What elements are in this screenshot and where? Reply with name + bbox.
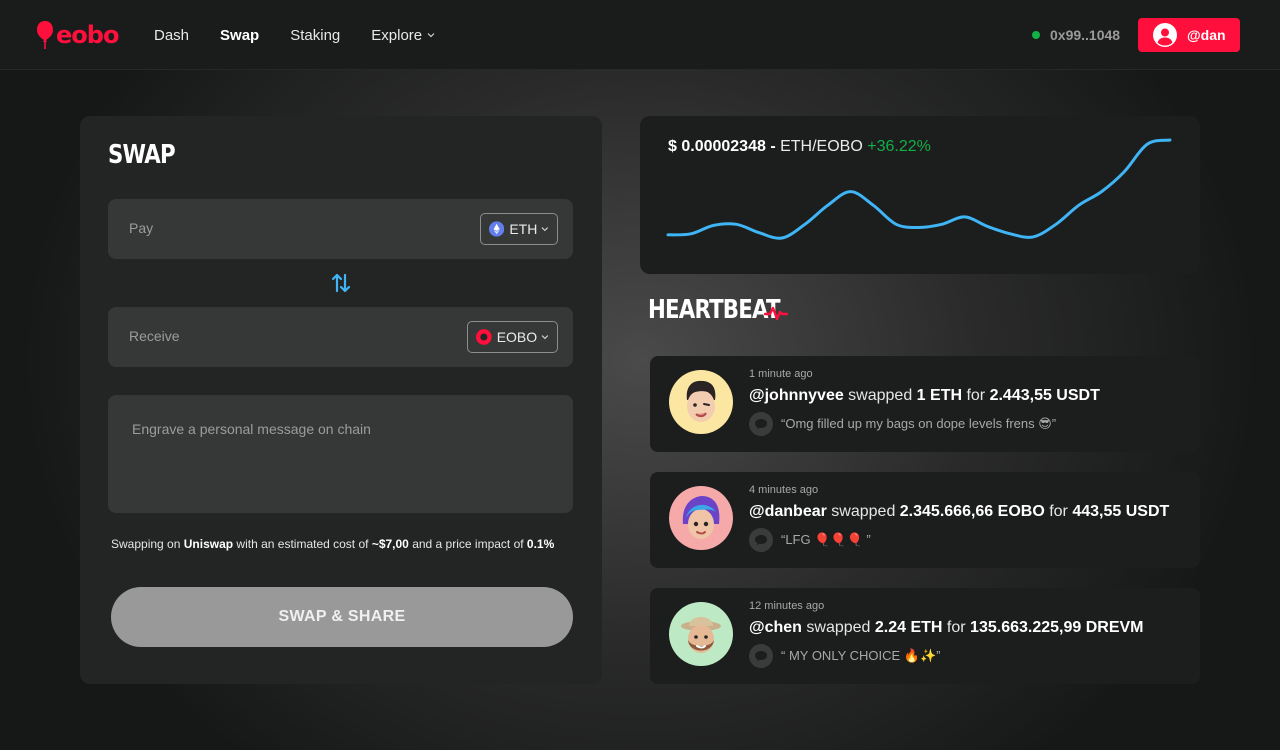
nav-explore[interactable]: Explore xyxy=(371,27,435,44)
user-avatar-icon xyxy=(1153,23,1177,47)
chevron-down-icon xyxy=(541,335,549,340)
swap-title: SWAP xyxy=(108,140,176,170)
feed-verb: swapped xyxy=(801,619,875,636)
nav-swap-label: Swap xyxy=(220,26,260,44)
estimate-venue: Uniswap xyxy=(183,537,234,551)
feed-message: “Omg filled up my bags on dope levels fr… xyxy=(749,412,1056,436)
feed-activity: @danbear swapped 2.345.666,66 EOBO for 4… xyxy=(749,503,1169,521)
feed-time: 1 minute ago xyxy=(749,368,813,380)
nav-dash[interactable]: Dash xyxy=(154,27,189,44)
receive-token-select[interactable]: EOBO xyxy=(467,321,558,353)
feed-result: 135.663.225,99 DREVM xyxy=(970,619,1144,636)
memoji-avatar-icon xyxy=(682,496,720,539)
feed-conj: for xyxy=(942,619,971,636)
feed-message: “LFG 🎈🎈🎈 ” xyxy=(749,528,871,552)
top-bar: eobo Dash Swap Staking Explore 0x99..104… xyxy=(0,0,1280,70)
eobo-token-icon xyxy=(476,329,492,345)
avatar xyxy=(669,370,733,434)
heartbeat-title: HEARTBEAT xyxy=(648,295,781,325)
wallet-status[interactable]: 0x99..1048 xyxy=(1032,24,1120,46)
price-chart xyxy=(666,138,1172,240)
pay-token-name: ETH xyxy=(509,221,538,237)
nav-staking[interactable]: Staking xyxy=(290,27,340,44)
estimate-impact: 0.1% xyxy=(526,537,555,551)
avatar xyxy=(669,602,733,666)
estimate-prefix: Swapping on xyxy=(111,537,184,551)
feed-time: 4 minutes ago xyxy=(749,484,819,496)
feed-item[interactable]: 1 minute ago @johnnyvee swapped 1 ETH fo… xyxy=(650,356,1200,452)
pay-label: Pay xyxy=(129,220,154,236)
wallet-address: 0x99..1048 xyxy=(1050,27,1121,43)
nav-explore-label: Explore xyxy=(371,26,423,44)
price-chart-panel: $ 0.00002348 - ETH/EOBO +36.22% xyxy=(640,116,1200,274)
feed-activity: @chen swapped 2.24 ETH for 135.663.225,9… xyxy=(749,619,1144,637)
chevron-down-icon xyxy=(541,227,549,232)
price-series-line xyxy=(666,138,1172,240)
memoji-avatar-icon xyxy=(681,617,721,653)
feed-conj: for xyxy=(962,387,990,404)
feed-amount: 2.345.666,66 EOBO xyxy=(899,503,1045,520)
main-nav: Dash Swap Staking Explore xyxy=(154,0,466,70)
feed-amount: 2.24 ETH xyxy=(874,619,943,636)
user-handle: @dan xyxy=(1187,27,1226,43)
pay-token-select[interactable]: ETH xyxy=(480,213,558,245)
feed-item[interactable]: 12 minutes ago @chen swapped 2.24 ETH fo… xyxy=(650,588,1200,684)
eobo-logo[interactable]: eobo xyxy=(36,20,119,50)
receive-token-name: EOBO xyxy=(496,329,538,345)
feed-activity: @johnnyvee swapped 1 ETH for 2.443,55 US… xyxy=(749,387,1100,405)
estimate-mid2: and a price impact of xyxy=(408,537,527,551)
comment-icon xyxy=(749,528,773,552)
nav-dash-label: Dash xyxy=(154,26,190,44)
balloon-icon xyxy=(37,21,53,49)
pay-field[interactable]: Pay ETH xyxy=(108,199,573,259)
feed-message-text: “Omg filled up my bags on dope levels fr… xyxy=(781,416,1057,431)
swap-and-share-button[interactable]: SWAP & SHARE xyxy=(111,587,573,647)
message-input[interactable] xyxy=(108,395,573,513)
feed-result: 443,55 USDT xyxy=(1072,503,1170,520)
feed-message-text: “ MY ONLY CHOICE 🔥✨” xyxy=(781,648,941,663)
feed-verb: swapped xyxy=(826,503,900,520)
swap-panel: SWAP Pay ETH Receive EOBO Swap xyxy=(80,116,602,684)
feed-message: “ MY ONLY CHOICE 🔥✨” xyxy=(749,644,941,668)
eth-icon xyxy=(489,221,505,237)
pulse-icon xyxy=(764,306,788,321)
comment-icon xyxy=(749,412,773,436)
feed-user[interactable]: @chen xyxy=(749,619,802,636)
feed-message-text: “LFG 🎈🎈🎈 ” xyxy=(781,532,871,547)
feed-user[interactable]: @danbear xyxy=(749,503,827,520)
feed-conj: for xyxy=(1044,503,1073,520)
avatar xyxy=(669,486,733,550)
chevron-down-icon xyxy=(427,33,435,38)
connected-dot xyxy=(1032,31,1040,39)
user-profile-button[interactable]: @dan xyxy=(1138,18,1240,52)
nav-staking-label: Staking xyxy=(290,26,341,44)
feed-result: 2.443,55 USDT xyxy=(989,387,1100,404)
receive-field[interactable]: Receive EOBO xyxy=(108,307,573,367)
feed-time: 12 minutes ago xyxy=(749,600,825,612)
comment-icon xyxy=(749,644,773,668)
brand-name: eobo xyxy=(56,21,119,49)
nav-swap[interactable]: Swap xyxy=(220,27,259,44)
estimate-mid1: with an estimated cost of xyxy=(233,537,372,551)
feed-amount: 1 ETH xyxy=(916,387,963,404)
feed-verb: swapped xyxy=(843,387,917,404)
receive-label: Receive xyxy=(129,328,180,344)
feed-user[interactable]: @johnnyvee xyxy=(749,387,844,404)
memoji-avatar-icon xyxy=(686,380,716,422)
feed-item[interactable]: 4 minutes ago @danbear swapped 2.345.666… xyxy=(650,472,1200,568)
swap-direction-icon[interactable] xyxy=(330,272,352,294)
swap-estimate: Swapping on Uniswap with an estimated co… xyxy=(111,537,554,551)
estimate-cost: ~$7,00 xyxy=(371,537,409,551)
